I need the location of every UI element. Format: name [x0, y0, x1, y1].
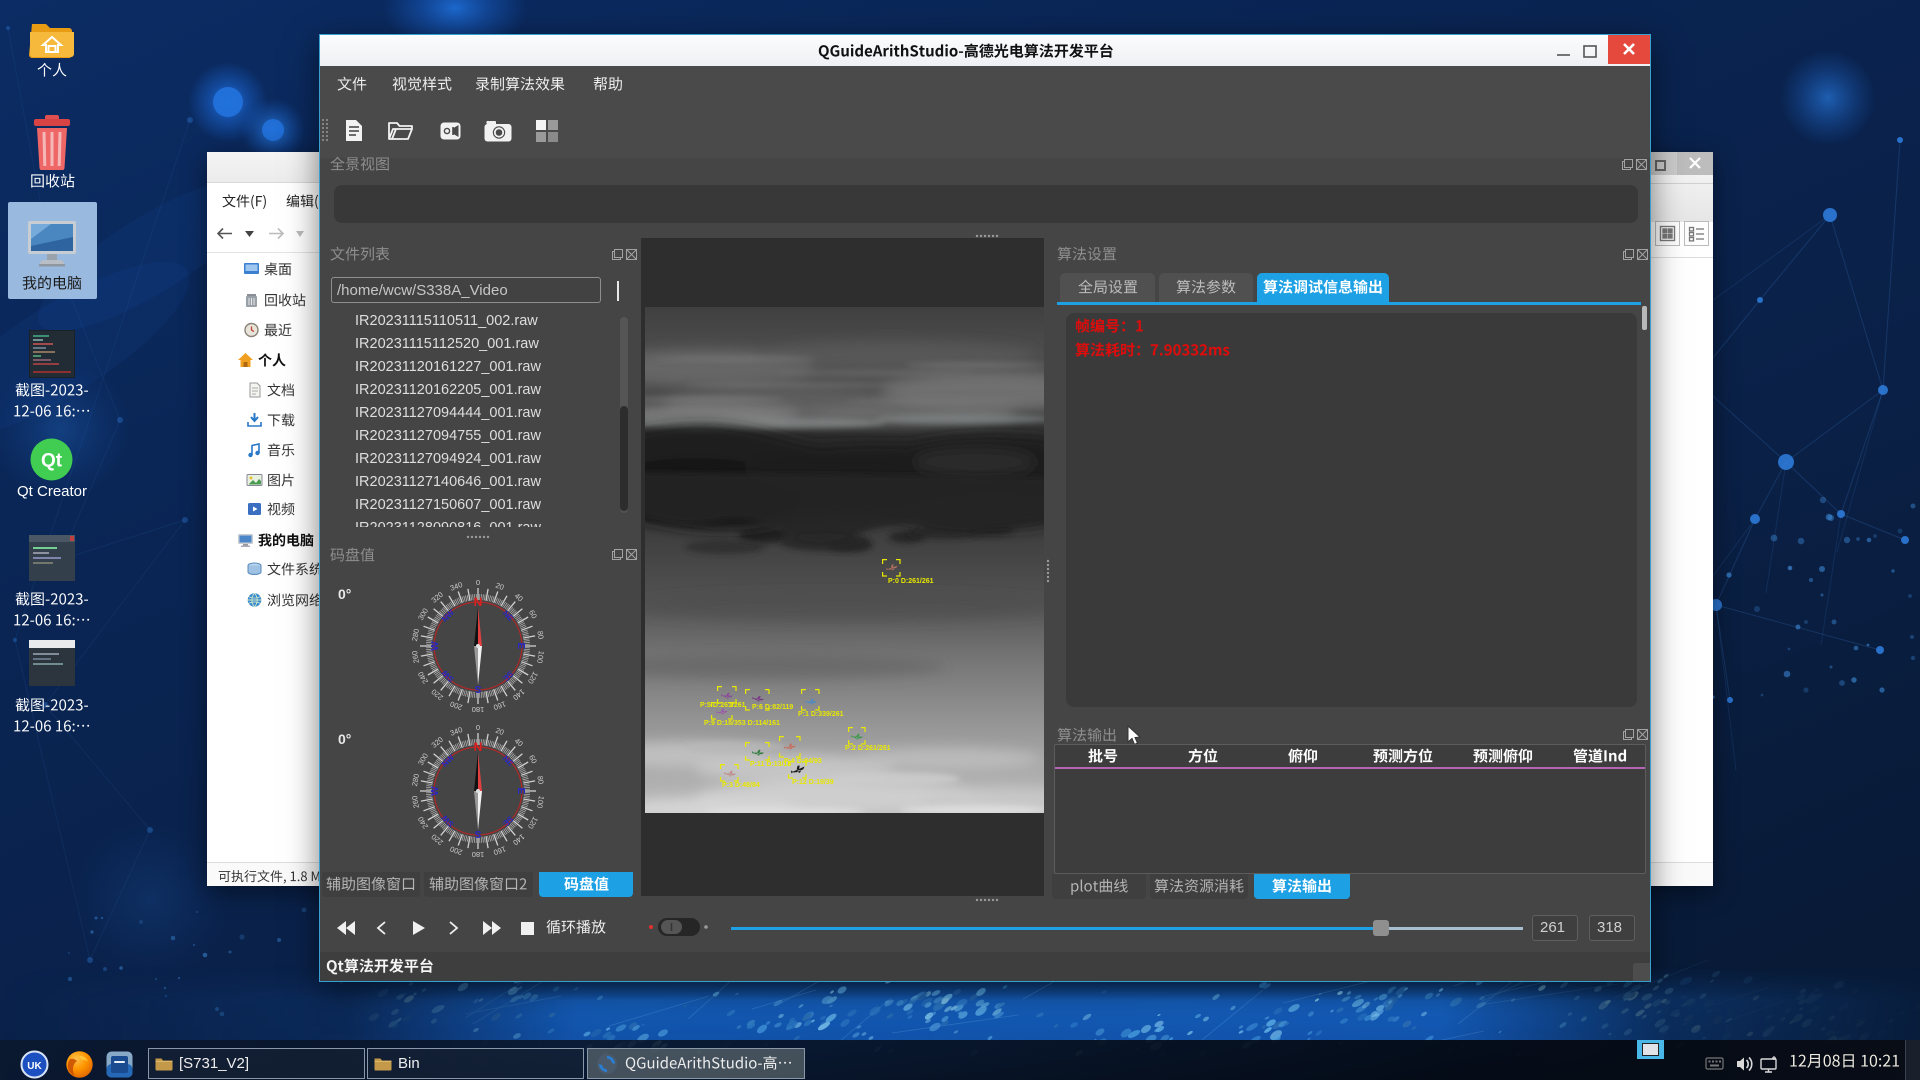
svg-text:200: 200	[449, 699, 464, 712]
svg-text:320: 320	[430, 590, 445, 605]
svg-text:220: 220	[430, 832, 445, 847]
svg-text:120: 120	[526, 815, 540, 830]
svg-text:300: 300	[416, 607, 430, 622]
svg-text:160: 160	[492, 699, 507, 712]
svg-text:140: 140	[511, 832, 526, 847]
svg-text:100: 100	[535, 650, 546, 664]
svg-text:20: 20	[494, 726, 505, 737]
svg-text:340: 340	[449, 725, 464, 738]
svg-text:140: 140	[511, 687, 526, 702]
svg-text:NE: NE	[501, 754, 516, 769]
svg-text:180: 180	[472, 850, 485, 859]
svg-text:80: 80	[535, 630, 545, 640]
svg-text:SE: SE	[501, 669, 515, 683]
svg-text:S: S	[474, 828, 481, 839]
svg-text:340: 340	[449, 580, 464, 593]
svg-text:Qt: Qt	[41, 451, 63, 472]
svg-text:240: 240	[416, 670, 430, 685]
svg-text:300: 300	[416, 752, 430, 767]
svg-text:180: 180	[472, 705, 485, 714]
svg-text:NW: NW	[440, 753, 456, 769]
svg-text:N: N	[474, 595, 483, 609]
svg-text:200: 200	[449, 844, 464, 857]
svg-text:SE: SE	[501, 814, 515, 828]
svg-text:0: 0	[476, 578, 480, 587]
svg-text:UK: UK	[27, 1061, 42, 1072]
svg-text:320: 320	[430, 735, 445, 750]
svg-text:60: 60	[527, 753, 539, 765]
svg-text:20: 20	[494, 581, 505, 592]
svg-text:NE: NE	[501, 609, 516, 624]
svg-text:NW: NW	[440, 608, 456, 624]
svg-text:160: 160	[492, 844, 507, 857]
svg-text:S: S	[474, 683, 481, 694]
svg-text:280: 280	[410, 628, 421, 642]
svg-text:E: E	[515, 788, 526, 795]
svg-text:80: 80	[535, 775, 545, 785]
svg-text:260: 260	[410, 795, 421, 809]
svg-text:0: 0	[476, 723, 480, 732]
svg-text:SW: SW	[440, 813, 456, 829]
svg-text:260: 260	[410, 650, 421, 664]
svg-text:SW: SW	[440, 668, 456, 684]
svg-text:280: 280	[410, 773, 421, 787]
svg-text:N: N	[474, 740, 483, 754]
svg-text:120: 120	[526, 670, 540, 685]
svg-text:W: W	[430, 641, 441, 651]
svg-text:E: E	[515, 643, 526, 650]
svg-text:60: 60	[527, 608, 539, 620]
svg-text:240: 240	[416, 815, 430, 830]
svg-text:W: W	[430, 786, 441, 796]
svg-text:220: 220	[430, 687, 445, 702]
svg-text:100: 100	[535, 795, 546, 809]
